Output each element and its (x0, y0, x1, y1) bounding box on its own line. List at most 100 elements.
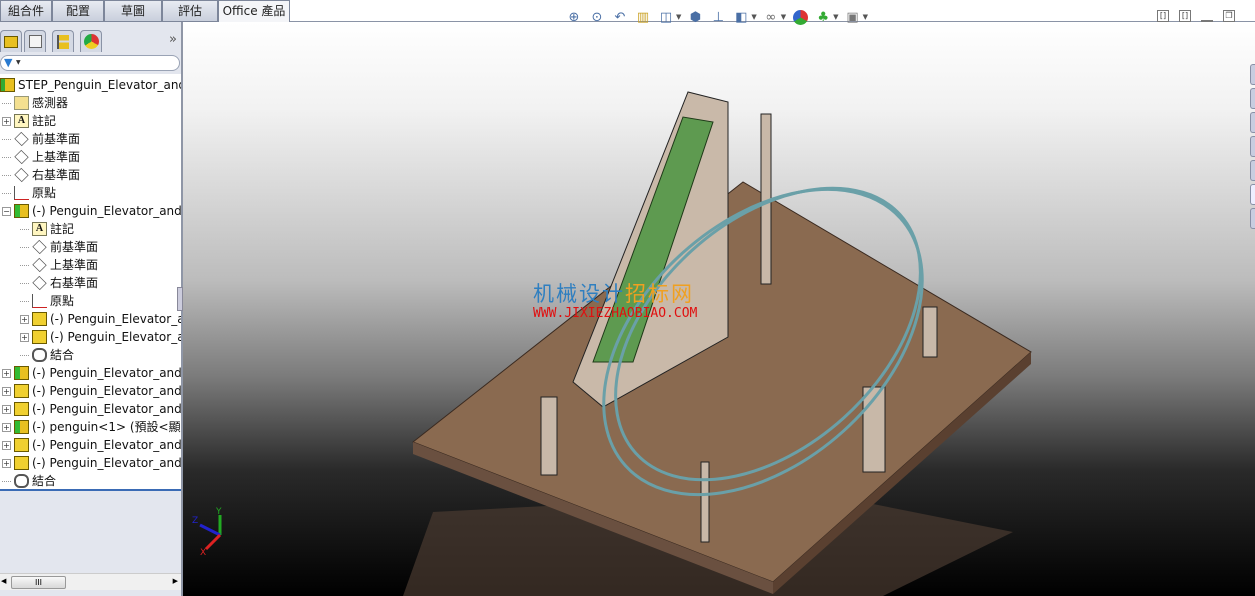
tree-item[interactable]: 右基準面 (20, 274, 98, 292)
task-pane-tab[interactable] (1250, 160, 1255, 181)
expand-toggle-icon[interactable]: + (2, 440, 11, 450)
subassembly-icon (14, 366, 29, 380)
task-pane-tab[interactable] (1250, 64, 1255, 85)
task-pane-tab[interactable] (1250, 208, 1255, 229)
tree-item-label: 右基準面 (32, 168, 81, 182)
property-manager-icon (28, 35, 42, 48)
subassembly-icon (14, 420, 29, 434)
tile-left-icon[interactable]: [] (1157, 10, 1169, 22)
tree-connector (20, 246, 29, 248)
filter-dropdown-icon[interactable]: ▼ (16, 59, 21, 66)
view-orientation-icon[interactable]: ◫ (657, 8, 675, 26)
expand-toggle-icon[interactable]: + (20, 314, 29, 324)
tab-evaluate[interactable]: 評估 (162, 0, 218, 22)
expand-toggle-icon[interactable]: − (2, 206, 11, 216)
tab-office-products[interactable]: Office 產品 (218, 0, 290, 24)
assembly-icon (0, 78, 15, 92)
tree-item[interactable]: + (-) Penguin_Elevator_and_ (2, 454, 181, 472)
expand-panel-button[interactable]: » (169, 32, 177, 47)
tree-item[interactable]: + (-) Penguin_Elevator_and_ (2, 436, 181, 454)
tree-item[interactable]: − (-) Penguin_Elevator_and_ (2, 202, 181, 220)
minimize-icon[interactable] (1201, 10, 1213, 22)
axis-triad: Y Z X (192, 507, 222, 555)
task-pane-tab[interactable] (1250, 112, 1255, 133)
display-manager-tab[interactable] (80, 30, 102, 52)
tree-item[interactable]: 結合 (2, 472, 56, 489)
view-settings-icon[interactable]: ▣ (844, 8, 862, 26)
tab-assembly[interactable]: 組合件 (0, 0, 52, 22)
task-pane-tab[interactable] (1250, 88, 1255, 109)
filter-icon[interactable]: ▼ (4, 56, 12, 69)
tree-item-label: (-) Penguin_Elevator_and_ (32, 456, 181, 470)
tree-item[interactable]: + (-) penguin<1> (預設<顯示 (2, 418, 181, 436)
edit-appearance-icon[interactable] (791, 8, 809, 26)
tab-sketch[interactable]: 草圖 (104, 0, 162, 22)
tree-item[interactable]: STEP_Penguin_Elevator_and_ (0, 76, 181, 94)
zoom-to-area-icon[interactable]: ⊙ (588, 8, 606, 26)
subassembly-icon (14, 204, 29, 218)
property-manager-tab[interactable] (24, 30, 46, 52)
tree-item[interactable]: 右基準面 (2, 166, 80, 184)
task-pane-tab[interactable] (1250, 184, 1255, 205)
expand-toggle-icon[interactable]: + (2, 386, 11, 396)
scroll-thumb[interactable]: III (11, 576, 66, 589)
tree-item-label: 右基準面 (50, 276, 99, 290)
zoom-to-fit-icon[interactable]: ⊕ (565, 8, 583, 26)
view-normal-icon[interactable]: ⊥ (709, 8, 727, 26)
expand-toggle-icon[interactable]: + (2, 458, 11, 468)
tree-item[interactable]: + A 註記 (2, 112, 56, 130)
expand-toggle-icon[interactable]: + (2, 116, 11, 126)
tree-item[interactable]: A 註記 (20, 220, 74, 238)
watermark: 机械设计招标网 WWW.JIXIEZHAOBIAO.COM (533, 282, 698, 321)
hide-show-items-icon[interactable]: ∞ (762, 8, 780, 26)
task-pane-tab[interactable] (1250, 136, 1255, 157)
tree-item[interactable]: 原點 (2, 184, 56, 202)
dropdown-arrow-icon[interactable]: ▼ (751, 13, 756, 21)
tree-item[interactable]: + (-) Penguin_Elevator_and_ (2, 400, 181, 418)
dropdown-arrow-icon[interactable]: ▼ (781, 13, 786, 21)
tree-item-label: 感測器 (32, 96, 69, 110)
tree-item[interactable]: + (-) Penguin_Elevator_and_ (2, 382, 181, 400)
tree-item[interactable]: + (-) Penguin_Elevator_a (20, 328, 181, 346)
tree-item[interactable]: + (-) Penguin_Elevator_a (20, 310, 181, 328)
expand-toggle-icon[interactable]: + (2, 368, 11, 378)
configuration-manager-tab[interactable] (52, 30, 74, 52)
expand-toggle-icon[interactable]: + (2, 404, 11, 414)
horizontal-scrollbar[interactable]: ◀ III ▶ (0, 573, 181, 590)
expand-toggle-icon[interactable]: + (2, 422, 11, 432)
dropdown-arrow-icon[interactable]: ▼ (676, 13, 681, 21)
feature-manager-tab[interactable] (0, 30, 22, 52)
tree-item-label: (-) penguin<1> (預設<顯示 (32, 420, 181, 434)
tree-item[interactable]: 結合 (20, 346, 74, 364)
feature-manager-panel: » ▼ ▼ STEP_Penguin_Elevator_and_ 感測器 + A 註記 前基… (0, 22, 183, 596)
tree-item[interactable]: 上基準面 (2, 148, 80, 166)
tree-item[interactable]: + (-) Penguin_Elevator_and_ (2, 364, 181, 382)
scroll-left-icon[interactable]: ◀ (1, 577, 6, 585)
previous-view-icon[interactable]: ↶ (611, 8, 629, 26)
scroll-right-icon[interactable]: ▶ (173, 577, 178, 585)
restore-icon[interactable]: ❐ (1223, 10, 1235, 22)
tree-item[interactable]: 前基準面 (2, 130, 80, 148)
tab-layout[interactable]: 配置 (52, 0, 104, 22)
hide-show-icon[interactable]: ◧ (732, 8, 750, 26)
display-style-icon[interactable]: ⬢ (686, 8, 704, 26)
dropdown-arrow-icon[interactable]: ▼ (833, 13, 838, 21)
tree-item-label: (-) Penguin_Elevator_and_ (32, 366, 181, 380)
tile-right-icon[interactable]: [] (1179, 10, 1191, 22)
plane-icon (14, 167, 29, 183)
graphics-area[interactable]: 机械设计招标网 WWW.JIXIEZHAOBIAO.COM Y Z X (183, 22, 1255, 596)
apply-scene-icon[interactable]: ♣ (814, 8, 832, 26)
tree-item-label: (-) Penguin_Elevator_and_ (32, 384, 181, 398)
tree-item[interactable]: 上基準面 (20, 256, 98, 274)
section-view-icon[interactable]: ▥ (634, 8, 652, 26)
plane-icon (14, 149, 29, 165)
z-axis-label: Z (192, 516, 198, 526)
tree-filter-input[interactable]: ▼ ▼ (0, 55, 180, 71)
expand-toggle-icon[interactable]: + (20, 332, 29, 342)
dropdown-arrow-icon[interactable]: ▼ (863, 13, 868, 21)
x-axis-label: X (200, 548, 206, 555)
plane-icon (32, 239, 47, 255)
tree-item[interactable]: 原點 (20, 292, 74, 310)
tree-item[interactable]: 前基準面 (20, 238, 98, 256)
tree-item[interactable]: 感測器 (2, 94, 68, 112)
